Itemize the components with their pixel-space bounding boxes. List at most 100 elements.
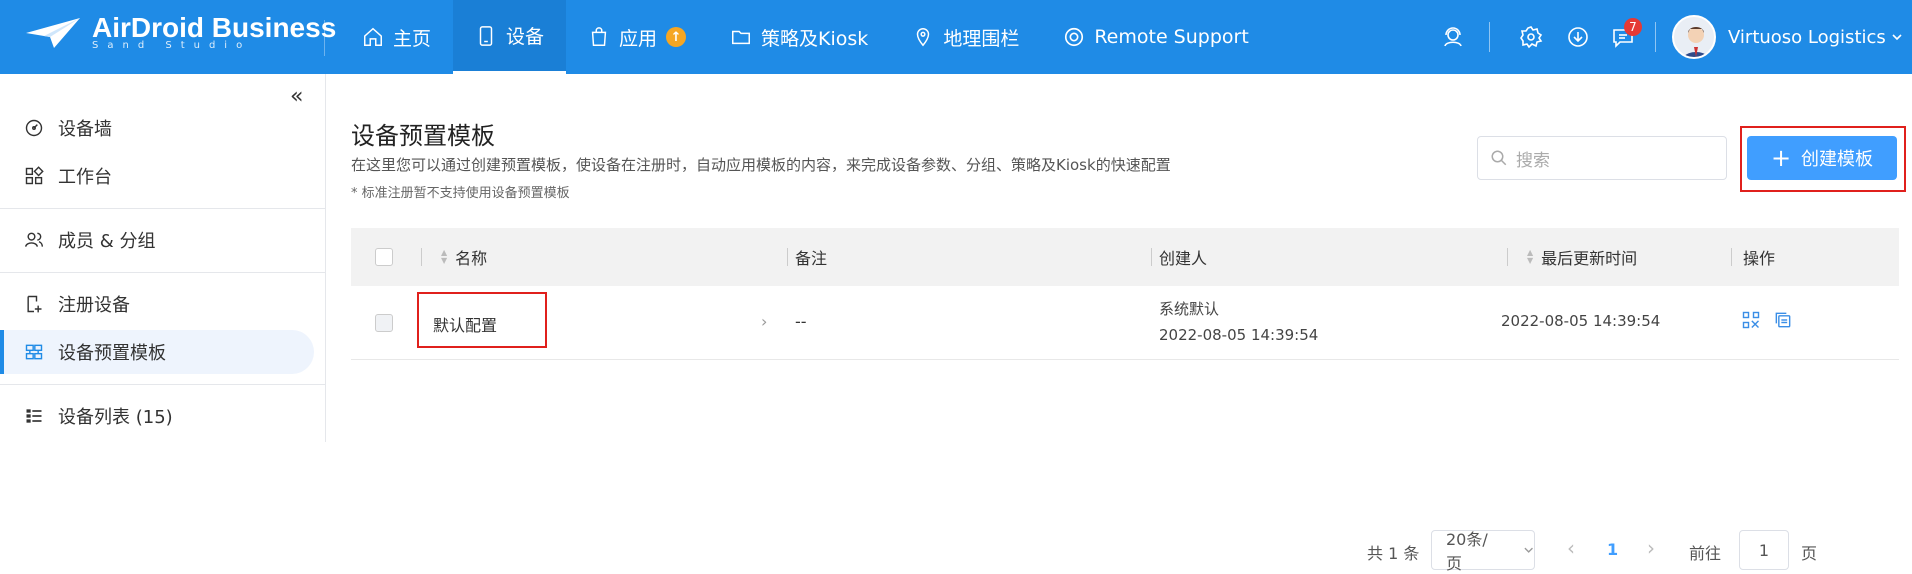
sidebar-item-register-device[interactable]: 注册设备	[0, 282, 314, 326]
sidebar-item-device-list[interactable]: 设备列表 (15)	[0, 394, 314, 438]
users-icon	[24, 232, 44, 247]
row-checkbox[interactable]	[375, 314, 393, 332]
map-pin-icon	[917, 28, 930, 47]
nav-devices[interactable]: 设备	[453, 0, 567, 74]
user-menu[interactable]: Virtuoso Logistics	[1672, 0, 1904, 74]
lifebuoy-icon	[1065, 27, 1084, 47]
main-content: 设备预置模板 在这里您可以通过创建预置模板，使设备在注册时，自动应用模板的内容，…	[327, 74, 1912, 573]
nav-devices-label: 设备	[506, 26, 545, 48]
sidebar-item-workbench[interactable]: 工作台	[0, 154, 314, 198]
updated-cell: 2022-08-05 14:39:54	[1501, 312, 1660, 330]
next-page-button[interactable]: ›	[1647, 536, 1655, 560]
notification-badge: 7	[1624, 18, 1642, 36]
sidebar-item-label: 设备列表 (15)	[58, 407, 173, 428]
page-title: 设备预置模板	[351, 122, 495, 150]
sidebar-divider	[0, 384, 326, 385]
creator-cell: 系统默认	[1159, 298, 1219, 319]
page-size-select[interactable]: 20条/页	[1431, 530, 1535, 573]
collapse-sidebar-icon[interactable]: «	[290, 84, 314, 109]
column-updated-label: 最后更新时间	[1541, 249, 1638, 268]
gear-icon	[1520, 26, 1543, 49]
chevron-down-icon	[1892, 34, 1902, 41]
settings-button[interactable]	[1518, 0, 1544, 74]
column-creator-label: 创建人	[1159, 249, 1208, 268]
sidebar-item-label: 工作台	[58, 167, 112, 188]
column-divider	[787, 248, 788, 266]
search-placeholder: 搜索	[1516, 150, 1550, 171]
column-creator: 创建人	[1159, 245, 1207, 269]
airdroid-logo[interactable]: AirDroid Business Sand Studio	[24, 14, 336, 51]
messages-button[interactable]: 7	[1610, 0, 1642, 74]
highlight-box	[1740, 126, 1906, 192]
user-avatar-icon	[1683, 27, 1709, 57]
table-row[interactable]: 默认配置 › -- 系统默认 2022-08-05 14:39:54 2022-…	[351, 286, 1899, 360]
page-note: * 标准注册暂不支持使用设备预置模板	[351, 186, 570, 201]
active-indicator	[0, 330, 4, 374]
support-agent-button[interactable]	[1440, 0, 1466, 74]
goto-label: 前往	[1689, 544, 1722, 563]
nav-apps[interactable]: 应用 ↑	[566, 0, 708, 74]
nav-geofence[interactable]: 地理围栏	[890, 0, 1041, 74]
sort-icon: ▲ ▼	[1527, 248, 1534, 265]
nav-home[interactable]: 主页	[340, 0, 453, 74]
avatar	[1672, 15, 1716, 59]
device-icon	[479, 25, 493, 46]
nav-geofence-label: 地理围栏	[943, 27, 1020, 50]
nav-policy-kiosk[interactable]: 策略及Kiosk	[708, 0, 890, 74]
page-description: 在这里您可以通过创建预置模板，使设备在注册时，自动应用模板的内容，来完成设备参数…	[351, 156, 1171, 174]
chevron-down-icon	[1524, 547, 1533, 553]
qr-code-icon[interactable]	[1741, 310, 1761, 330]
row-actions	[1741, 310, 1793, 330]
updated-value: 2022-08-05 14:39:54	[1501, 312, 1661, 330]
highlight-box	[417, 292, 547, 348]
topbar-divider-1	[1489, 0, 1490, 74]
template-icon	[25, 344, 43, 360]
sidebar-item-label: 注册设备	[58, 295, 130, 316]
select-all-checkbox[interactable]	[375, 248, 393, 266]
pagination: 共 1 条 20条/页 ‹ 1 › 前往 1 页	[351, 524, 1899, 574]
column-divider	[1731, 248, 1732, 266]
created-time-cell: 2022-08-05 14:39:54	[1159, 326, 1318, 344]
paper-plane-logo-icon	[26, 17, 80, 48]
sidebar-item-members-groups[interactable]: 成员 & 分组	[0, 218, 314, 262]
goto-page-input[interactable]: 1	[1739, 530, 1789, 570]
search-input[interactable]: 搜索	[1477, 136, 1727, 180]
column-updated[interactable]: ▲ ▼ 最后更新时间	[1527, 245, 1637, 269]
copy-icon[interactable]	[1773, 310, 1793, 330]
logo-divider	[324, 20, 325, 56]
column-divider	[1151, 248, 1152, 266]
dashboard-icon	[25, 119, 43, 137]
sidebar-item-label: 设备墙	[58, 119, 112, 140]
remark-cell: --	[795, 312, 807, 331]
user-name: Virtuoso Logistics	[1728, 26, 1886, 48]
column-divider	[1507, 248, 1508, 266]
sidebar-item-device-preset-template[interactable]: 设备预置模板	[0, 330, 314, 374]
download-button[interactable]	[1565, 0, 1591, 74]
column-name-label: 名称	[455, 249, 488, 268]
prev-page-button[interactable]: ‹	[1567, 536, 1575, 560]
chevron-right-icon[interactable]: ›	[761, 312, 767, 331]
current-page[interactable]: 1	[1607, 540, 1618, 559]
column-divider	[421, 248, 422, 266]
brand-name: AirDroid Business	[92, 12, 337, 43]
creator-value: 系统默认	[1159, 300, 1220, 318]
nav-remote-support[interactable]: Remote Support	[1041, 0, 1270, 74]
home-icon	[364, 27, 382, 46]
main-nav: 主页 设备 应用 ↑ 策略及Kiosk 地理围栏 Remote Support	[340, 0, 1271, 74]
sidebar-item-device-wall[interactable]: 设备墙	[0, 106, 314, 150]
column-actions: 操作	[1743, 245, 1775, 269]
sidebar-divider	[0, 272, 326, 273]
sidebar-divider	[0, 208, 326, 209]
template-table: ▲ ▼ 名称 备注 创建人 ▲ ▼ 最后更新时间 操作 默认配置 › -- 系统默认	[351, 228, 1899, 573]
goto-page-value: 1	[1758, 540, 1770, 560]
download-icon	[1568, 27, 1588, 47]
sort-icon: ▲ ▼	[441, 248, 448, 265]
app-bag-icon	[591, 27, 607, 46]
remark-value: --	[795, 312, 807, 331]
column-name[interactable]: ▲ ▼ 名称	[441, 245, 487, 269]
nav-remote-support-label: Remote Support	[1094, 26, 1249, 48]
support-agent-icon	[1444, 27, 1462, 47]
column-remark: 备注	[795, 245, 827, 269]
nav-apps-label: 应用	[619, 27, 658, 50]
column-actions-label: 操作	[1743, 249, 1776, 268]
